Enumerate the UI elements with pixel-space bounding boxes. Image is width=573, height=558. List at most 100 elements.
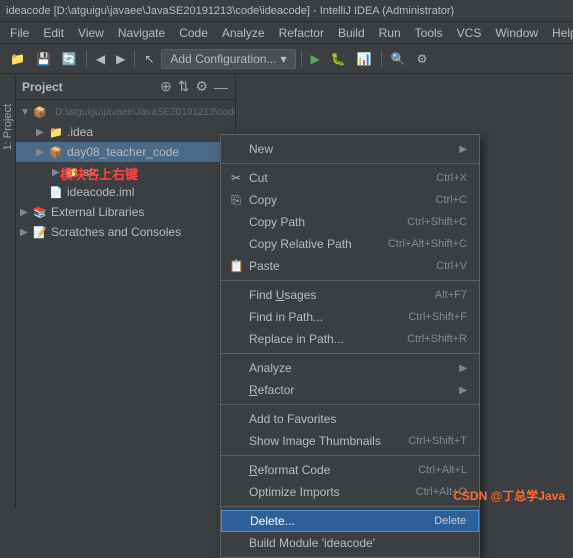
menu-code[interactable]: Code (173, 24, 214, 42)
project-panel: Project ⊕ ⇅ ⚙ — ▼ 📦 ideacode D:\atguigu\… (16, 74, 236, 508)
ctx-item-find-usages[interactable]: Find Usages Alt+F7 (221, 284, 479, 306)
menu-build[interactable]: Build (332, 24, 371, 42)
menu-refactor[interactable]: Refactor (273, 24, 330, 42)
ctx-label-copy-path: Copy Path (249, 215, 305, 229)
tree-label-src: src (83, 165, 231, 179)
ctx-item-replace-in-path[interactable]: Replace in Path... Ctrl+Shift+R (221, 328, 479, 350)
project-tab-label[interactable]: 1: Project (2, 104, 14, 150)
ctx-label-optimize-imports: Optimize Imports (249, 485, 340, 499)
tree-item-src[interactable]: ▶ 📁 src (16, 162, 235, 182)
tree-item-ext-libs[interactable]: ▶ 📚 External Libraries (16, 202, 235, 222)
toolbar-separator-4 (381, 50, 382, 68)
toolbar-profile-btn[interactable]: 📊 (353, 50, 376, 68)
ctx-label-add-favorites: Add to Favorites (249, 412, 336, 426)
tree-arrow-ideacode: ▼ (20, 107, 32, 118)
tree-label-day08: day08_teacher_code (67, 145, 231, 159)
ctx-label-find-usages: Find Usages (249, 288, 316, 302)
ctx-item-cut[interactable]: ✂ Cut Ctrl+X (221, 167, 479, 189)
ctx-item-new[interactable]: New ▶ (221, 138, 479, 160)
menu-view[interactable]: View (72, 24, 110, 42)
panel-header: Project ⊕ ⇅ ⚙ — (16, 74, 235, 100)
ctx-item-analyze[interactable]: Analyze ▶ (221, 357, 479, 379)
ctx-item-find-in-path[interactable]: Find in Path... Ctrl+Shift+F (221, 306, 479, 328)
ctx-label-analyze: Analyze (249, 361, 292, 375)
menu-edit[interactable]: Edit (37, 24, 70, 42)
panel-title: Project (22, 80, 63, 94)
add-configuration-button[interactable]: Add Configuration... ▾ (161, 49, 295, 69)
toolbar-save-btn[interactable]: 💾 (32, 50, 55, 68)
ctx-item-build-module[interactable]: Build Module 'ideacode' (221, 532, 479, 554)
ctx-item-show-thumbnails[interactable]: Show Image Thumbnails Ctrl+Shift+T (221, 430, 479, 452)
toolbar-search-btn[interactable]: 🔍 (387, 50, 410, 68)
iml-icon: 📄 (48, 184, 64, 200)
tree-item-idea[interactable]: ▶ 📁 .idea (16, 122, 235, 142)
toolbar-open-btn[interactable]: 📁 (6, 50, 29, 68)
lib-icon: 📚 (32, 204, 48, 220)
tree-item-day08[interactable]: ▶ 📦 day08_teacher_code (16, 142, 235, 162)
ctx-item-delete[interactable]: Delete... Delete (221, 510, 479, 532)
panel-icons: ⊕ ⇅ ⚙ — (159, 77, 229, 96)
copy-icon: ⎘ (229, 193, 243, 208)
side-tab[interactable]: 1: Project (0, 74, 16, 508)
tree-arrow-scratches: ▶ (20, 227, 32, 238)
paste-icon: 📋 (229, 259, 243, 273)
toolbar: 📁 💾 🔄 ◀ ▶ ↖ Add Configuration... ▾ ▶ 🐛 📊… (0, 44, 573, 74)
tree-arrow-ext-libs: ▶ (20, 207, 32, 218)
menu-help[interactable]: Help (546, 24, 573, 42)
ctx-label-reformat: Reformat Code (249, 463, 330, 477)
ctx-shortcut-copy: Ctrl+C (436, 194, 467, 206)
ctx-shortcut-find-in-path: Ctrl+Shift+F (408, 311, 467, 323)
menu-window[interactable]: Window (489, 24, 544, 42)
toolbar-sync-btn[interactable]: 🔄 (58, 50, 81, 68)
ctx-item-copy-relative-path[interactable]: Copy Relative Path Ctrl+Alt+Shift+C (221, 233, 479, 255)
ctx-shortcut-copy-relative-path: Ctrl+Alt+Shift+C (388, 238, 467, 250)
toolbar-run-btn[interactable]: ▶ (307, 50, 324, 68)
title-bar: ideacode [D:\atguigu\javaee\JavaSE201912… (0, 0, 573, 22)
ctx-sep-2 (221, 280, 479, 281)
ctx-label-copy: Copy (249, 193, 277, 207)
module-icon-ideacode: 📦 (32, 104, 48, 120)
toolbar-debug-btn[interactable]: 🐛 (327, 50, 350, 68)
ctx-item-reformat[interactable]: Reformat Code Ctrl+Alt+L (221, 459, 479, 481)
toolbar-cursor-btn[interactable]: ↖ (140, 50, 158, 68)
menu-file[interactable]: File (4, 24, 35, 42)
toolbar-forward-btn[interactable]: ▶ (112, 50, 129, 68)
analyze-submenu-arrow: ▶ (459, 363, 467, 374)
ctx-item-refactor[interactable]: Refactor ▶ (221, 379, 479, 401)
tree-item-iml[interactable]: ▶ 📄 ideacode.iml (16, 182, 235, 202)
menu-navigate[interactable]: Navigate (112, 24, 171, 42)
ctx-item-optimize-imports[interactable]: Optimize Imports Ctrl+Alt+O (221, 481, 479, 503)
ctx-item-paste[interactable]: 📋 Paste Ctrl+V (221, 255, 479, 277)
ctx-shortcut-find-usages: Alt+F7 (435, 289, 467, 301)
refactor-submenu-arrow: ▶ (459, 385, 467, 396)
ctx-sep-3 (221, 353, 479, 354)
ctx-label-copy-relative-path: Copy Relative Path (249, 237, 352, 251)
ctx-sep-4 (221, 404, 479, 405)
ctx-label-show-thumbnails: Show Image Thumbnails (249, 434, 381, 448)
toolbar-separator-1 (86, 50, 87, 68)
add-config-arrow-icon: ▾ (280, 52, 286, 66)
ctx-item-copy-path[interactable]: Copy Path Ctrl+Shift+C (221, 211, 479, 233)
tree-item-ideacode[interactable]: ▼ 📦 ideacode D:\atguigu\javaee\JavaSE201… (16, 102, 235, 122)
panel-add-icon[interactable]: ⊕ (159, 77, 173, 96)
menu-tools[interactable]: Tools (409, 24, 449, 42)
ctx-label-build-module: Build Module 'ideacode' (249, 536, 375, 550)
ctx-shortcut-copy-path: Ctrl+Shift+C (407, 216, 467, 228)
context-menu: New ▶ ✂ Cut Ctrl+X ⎘ Copy Ctrl+C Copy Pa… (220, 134, 480, 558)
toolbar-back-btn[interactable]: ◀ (92, 50, 109, 68)
tree-label-scratches: Scratches and Consoles (51, 225, 231, 239)
title-text: ideacode [D:\atguigu\javaee\JavaSE201912… (6, 5, 454, 17)
menu-run[interactable]: Run (373, 24, 407, 42)
menu-analyze[interactable]: Analyze (216, 24, 271, 42)
tree-item-scratches[interactable]: ▶ 📝 Scratches and Consoles (16, 222, 235, 242)
panel-minimize-icon[interactable]: — (213, 78, 229, 96)
ctx-label-new: New (249, 142, 273, 156)
panel-gear-icon[interactable]: ⚙ (194, 77, 209, 96)
panel-sort-icon[interactable]: ⇅ (177, 77, 191, 96)
tree-label-ext-libs: External Libraries (51, 205, 231, 219)
menu-vcs[interactable]: VCS (451, 24, 488, 42)
ctx-label-delete: Delete... (250, 514, 295, 528)
ctx-item-add-favorites[interactable]: Add to Favorites (221, 408, 479, 430)
toolbar-settings-btn[interactable]: ⚙ (413, 50, 432, 68)
ctx-item-copy[interactable]: ⎘ Copy Ctrl+C (221, 189, 479, 211)
